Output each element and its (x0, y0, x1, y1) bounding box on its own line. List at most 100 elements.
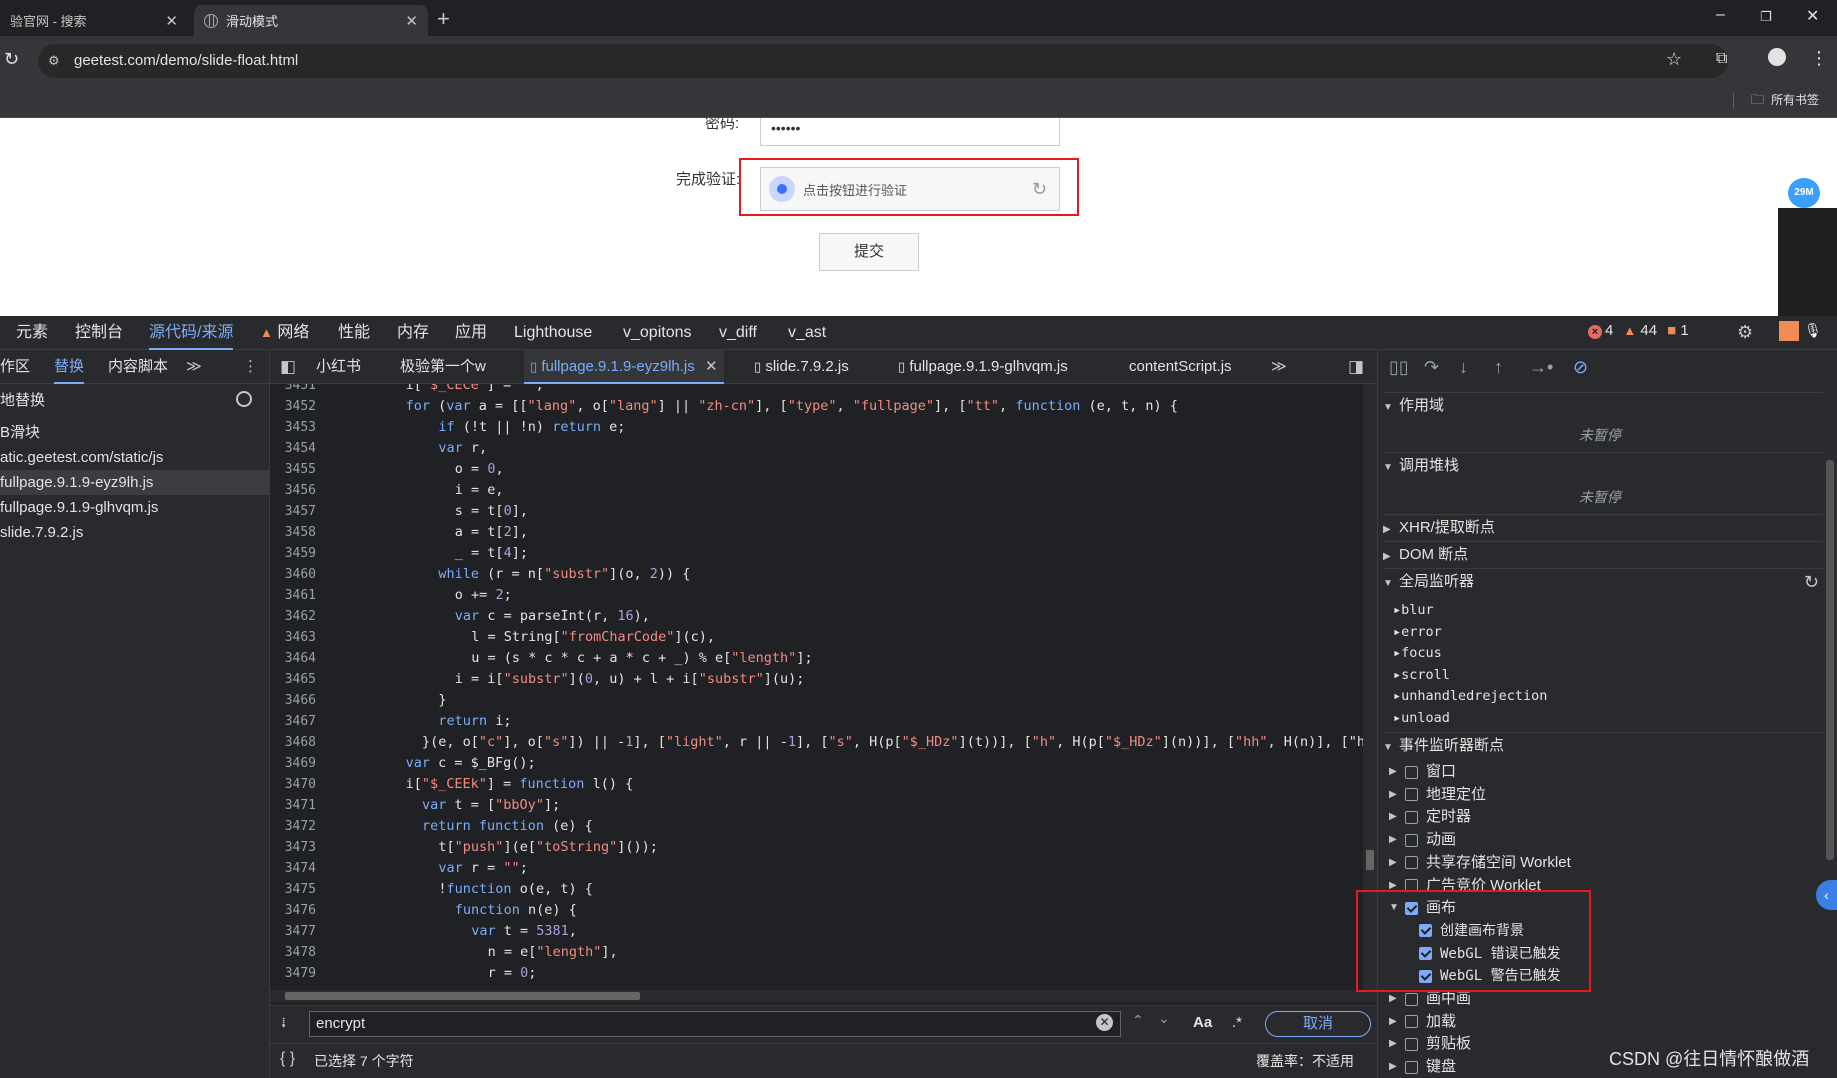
issue-count[interactable]: ■ 1 (1667, 322, 1689, 339)
code-line[interactable]: 3460 while (r = n["substr"](o, 2)) { (270, 564, 1363, 585)
step-icon[interactable]: →• (1529, 357, 1553, 378)
checkbox[interactable] (1405, 810, 1418, 824)
file-tab[interactable]: 极验第一个w (400, 350, 486, 384)
line-number[interactable]: 3455 (270, 459, 316, 480)
tab-v-opitons[interactable]: v_opitons (623, 316, 692, 350)
clear-icon[interactable] (236, 391, 252, 407)
line-number[interactable]: 3472 (270, 816, 316, 837)
url-text[interactable]: geetest.com/demo/slide-float.html (74, 52, 298, 69)
code-line[interactable]: 3464 u = (s * c * c + a * c + _) % e["len… (270, 648, 1363, 669)
search-input[interactable]: encrypt (309, 1011, 1121, 1037)
pause-icon[interactable]: ▯▯ (1389, 357, 1409, 378)
line-number[interactable]: 3464 (270, 648, 316, 669)
line-number[interactable]: 3478 (270, 942, 316, 963)
submit-button[interactable]: 提交 (819, 233, 919, 271)
toggle-navigator-icon[interactable]: ◧ (280, 350, 296, 384)
bookmark-star-icon[interactable]: ☆ (1666, 49, 1682, 70)
regex-button[interactable]: .* (1232, 1014, 1242, 1031)
checkbox[interactable] (1405, 765, 1418, 779)
memory-badge[interactable]: 29M (1788, 178, 1820, 208)
step-out-icon[interactable]: ↑ (1494, 357, 1503, 378)
tab-memory[interactable]: 内存 (397, 316, 429, 350)
code-line[interactable]: 3473 t["push"](e["toString"]()); (270, 837, 1363, 858)
browser-tab-slide[interactable]: 滑动模式 ✕ (194, 5, 428, 36)
tree-file[interactable]: slide.7.9.2.js (0, 520, 269, 545)
tab-performance[interactable]: 性能 (338, 316, 370, 350)
tab-network[interactable]: ▲ 网络 (260, 316, 309, 350)
line-number[interactable]: 3475 (270, 879, 316, 900)
minimize-button[interactable]: – (1716, 6, 1725, 24)
event-category[interactable]: ▶ 定时器 (1389, 806, 1471, 828)
profile-icon[interactable] (1768, 48, 1786, 66)
cancel-search-button[interactable]: 取消 (1265, 1011, 1371, 1037)
tab-content-scripts[interactable]: 内容脚本 (108, 350, 168, 384)
tab-v-diff[interactable]: v_diff (719, 316, 757, 350)
section-scope[interactable]: ▼ 作用域 (1383, 392, 1823, 418)
section-global-listeners[interactable]: ▼ 全局监听器 ↻ (1383, 568, 1823, 594)
line-number[interactable]: 3451 (270, 384, 316, 396)
code-line[interactable]: 3468}(e, o["c"], o["s"]) || -1], ["light… (270, 732, 1363, 753)
reload-icon[interactable]: ↻ (4, 49, 19, 70)
settings-gear-icon[interactable]: ⚙ (1737, 322, 1753, 343)
tree-folder[interactable]: atic.geetest.com/static/js (0, 445, 269, 470)
listener-item[interactable]: ▸blur (1393, 600, 1434, 621)
event-category[interactable]: ▶ 动画 (1389, 829, 1456, 851)
line-number[interactable]: 3470 (270, 774, 316, 795)
previous-match-icon[interactable]: ⌃ (1132, 1012, 1144, 1029)
file-tab-selected[interactable]: ▯ fullpage.9.1.9-eyz9lh.js ✕ (524, 350, 724, 384)
more-menu-icon[interactable]: ⋮ (243, 350, 258, 384)
code-line[interactable]: 3470 i["$_CEEk"] = function l() { (270, 774, 1363, 795)
tab-application[interactable]: 应用 (455, 316, 487, 350)
overrides-header[interactable]: 地替换 (0, 388, 269, 413)
line-number[interactable]: 3474 (270, 858, 316, 879)
code-line[interactable]: 3454 var r, (270, 438, 1363, 459)
code-line[interactable]: 3479 r = 0; (270, 963, 1363, 984)
restore-button[interactable]: ❐ (1760, 9, 1772, 25)
deactivate-breakpoints-icon[interactable]: ⊘ (1573, 357, 1588, 378)
event-category[interactable]: ▶ 加载 (1389, 1011, 1456, 1033)
tab-lighthouse[interactable]: Lighthouse (514, 316, 592, 350)
new-tab-button[interactable]: + (437, 6, 450, 32)
file-tab[interactable]: ▯ fullpage.9.1.9-glhvqm.js (898, 350, 1068, 384)
match-case-button[interactable]: Aa (1193, 1014, 1212, 1031)
checkbox[interactable] (1405, 1060, 1418, 1074)
replace-toggle-icon[interactable]: ⭭ (281, 1013, 286, 1038)
tree-file-selected[interactable]: fullpage.9.1.9-eyz9lh.js (0, 470, 269, 495)
listener-item[interactable]: ▸focus (1393, 643, 1442, 664)
close-icon[interactable]: ✕ (165, 12, 178, 30)
browser-tab-search[interactable]: 验官网 - 搜索 ✕ (0, 5, 188, 36)
scrollbar-thumb[interactable] (1826, 460, 1834, 860)
code-editor[interactable]: 3451 i["$_CECe"] = ""; 3452 for (var a = [[… (270, 384, 1363, 990)
step-over-icon[interactable]: ↷ (1424, 357, 1439, 378)
extensions-icon[interactable]: ⧉ (1716, 50, 1727, 68)
tab-workspace[interactable]: 作区 (0, 350, 30, 384)
event-category[interactable]: ▶ 窗口 (1389, 761, 1456, 783)
line-number[interactable]: 3469 (270, 753, 316, 774)
checkbox[interactable] (1405, 833, 1418, 847)
line-number[interactable]: 3468 (270, 732, 316, 753)
file-tab[interactable]: 小红书 (316, 350, 361, 384)
line-number[interactable]: 3462 (270, 606, 316, 627)
code-line[interactable]: 3472 return function (e) { (270, 816, 1363, 837)
password-field[interactable]: •••••• (760, 118, 1060, 146)
code-line[interactable]: 3461 o += 2; (270, 585, 1363, 606)
code-line[interactable]: 3477 var t = 5381, (270, 921, 1363, 942)
all-bookmarks-label[interactable]: 所有书签 (1771, 91, 1819, 108)
scrollbar-thumb[interactable] (285, 992, 640, 1000)
section-dom-breakpoints[interactable]: ▶ DOM 断点 (1383, 541, 1823, 567)
step-into-icon[interactable]: ↓ (1459, 357, 1468, 378)
scrollbar-thumb[interactable] (1366, 850, 1374, 870)
line-number[interactable]: 3479 (270, 963, 316, 984)
line-number[interactable]: 3463 (270, 627, 316, 648)
event-category[interactable]: ▶ 地理定位 (1389, 784, 1486, 806)
refresh-icon[interactable]: ↻ (1804, 569, 1819, 595)
line-number[interactable]: 3465 (270, 669, 316, 690)
code-line[interactable]: 3478 n = e["length"], (270, 942, 1363, 963)
section-event-listener-breakpoints[interactable]: ▼ 事件监听器断点 (1383, 732, 1823, 758)
checkbox[interactable] (1405, 788, 1418, 802)
error-count[interactable]: × 4 (1588, 322, 1613, 339)
listener-item[interactable]: ▸unhandledrejection (1393, 686, 1547, 707)
file-tab[interactable]: contentScript.js (1129, 350, 1232, 384)
listener-item[interactable]: ▸scroll (1393, 665, 1450, 686)
code-line[interactable]: 3462 var c = parseInt(r, 16), (270, 606, 1363, 627)
